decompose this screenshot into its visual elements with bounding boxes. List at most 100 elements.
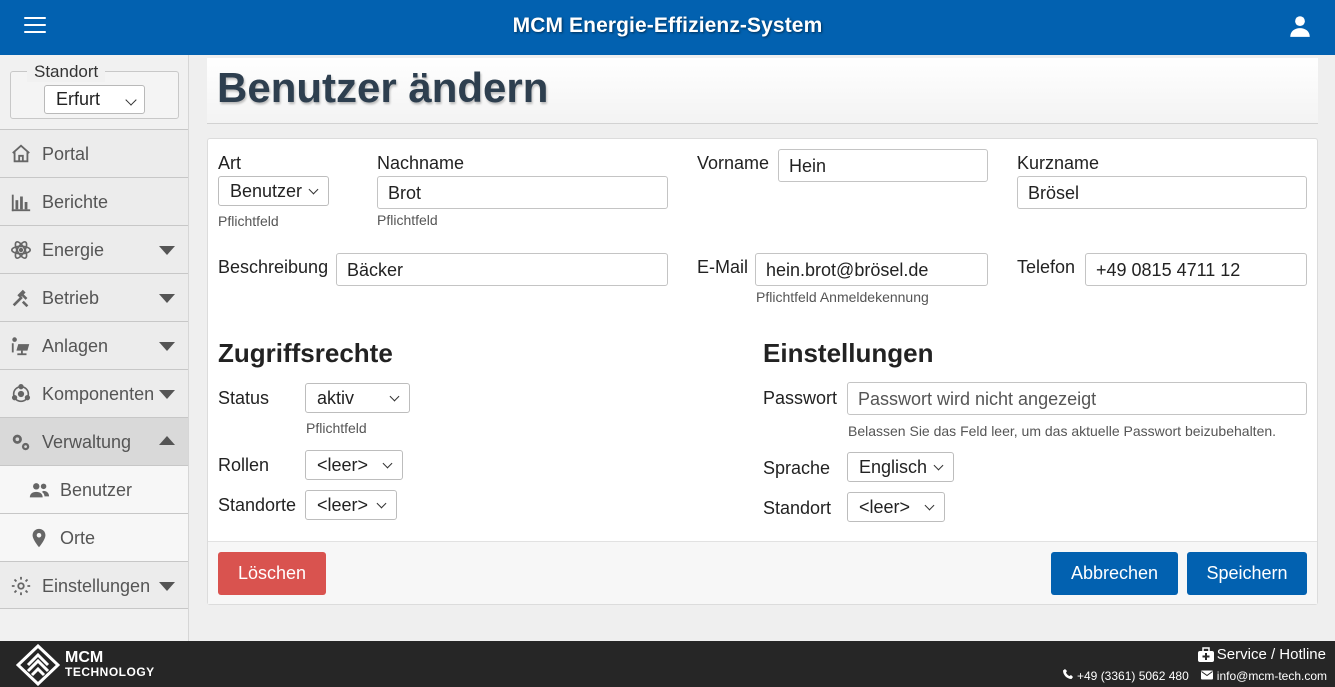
sidebar-item-orte[interactable]: Orte — [0, 513, 188, 561]
brand-line-2: TECHNOLOGY — [65, 665, 155, 679]
service-hotline-label: Service / Hotline — [1216, 646, 1326, 663]
email-label: E-Mail — [697, 257, 749, 277]
nachname-label: Nachname — [377, 153, 465, 173]
brand-line-1: MCM — [65, 649, 104, 666]
sprache-label: Sprache — [763, 458, 831, 478]
status-select-value: aktiv — [317, 388, 355, 408]
email-field[interactable]: hein.brot@brösel.de — [755, 253, 988, 286]
sidebar-item-label: Berichte — [42, 192, 109, 212]
cancel-button[interactable]: Abbrechen — [1051, 552, 1178, 595]
network-icon — [10, 383, 32, 405]
standort-select[interactable]: <leer> — [847, 492, 945, 522]
page-title: Benutzer ändern — [217, 64, 549, 111]
solar-panel-icon — [10, 335, 32, 357]
sidebar-item-label: Einstellungen — [42, 576, 151, 596]
art-label: Art — [218, 153, 242, 173]
brand-name: MCM TECHNOLOGY — [65, 650, 155, 680]
sprache-select-value: Englisch — [859, 457, 928, 477]
sidebar-item-label: Verwaltung — [42, 432, 132, 452]
chevron-down-icon — [924, 500, 935, 511]
sidebar: Standort Erfurt Portal Berichte Energie … — [0, 55, 189, 641]
site-selector-box: Standort Erfurt — [10, 62, 179, 119]
chevron-down-icon — [308, 184, 319, 195]
app-title: MCM Energie-Effizienz-System — [512, 14, 823, 37]
user-account-icon[interactable] — [1287, 13, 1313, 39]
sidebar-item-label: Betrieb — [42, 288, 100, 308]
vorname-field[interactable]: Hein — [778, 149, 988, 182]
status-hint: Pflichtfeld — [306, 420, 367, 436]
chevron-down-icon — [382, 458, 393, 469]
sidebar-item-energie[interactable]: Energie — [0, 225, 188, 273]
sidebar-item-label: Portal — [42, 144, 90, 164]
caret-down-icon — [159, 294, 175, 303]
vorname-label: Vorname — [697, 153, 770, 173]
sidebar-item-portal[interactable]: Portal — [0, 129, 188, 177]
standort-select-value: <leer> — [859, 497, 911, 517]
kurzname-field[interactable]: Brösel — [1017, 176, 1307, 209]
rollen-select-value: <leer> — [317, 455, 369, 475]
beschreibung-label: Beschreibung — [218, 257, 329, 277]
passwort-label: Passwort — [763, 388, 838, 408]
standorte-label: Standorte — [218, 495, 297, 515]
users-icon — [28, 479, 50, 501]
atom-icon — [10, 239, 32, 261]
site-select-value: Erfurt — [56, 89, 101, 109]
caret-down-icon — [159, 342, 175, 351]
telefon-field[interactable]: +49 0815 4711 12 — [1085, 253, 1307, 286]
page-header: Benutzer ändern — [207, 58, 1318, 124]
email-hint: Pflichtfeld Anmeldekennung — [756, 289, 929, 305]
location-pin-icon — [28, 527, 50, 549]
sidebar-item-komponenten[interactable]: Komponenten — [0, 369, 188, 417]
beschreibung-field[interactable]: Bäcker — [336, 253, 668, 286]
email-link[interactable]: info@mcm-tech.com — [1217, 669, 1327, 683]
art-hint: Pflichtfeld — [218, 213, 279, 229]
password-field[interactable]: Passwort wird nicht angezeigt — [847, 382, 1307, 415]
site-select[interactable]: Erfurt — [44, 85, 145, 114]
contact-info: +49 (3361) 5062 480 info@mcm-tech.com — [1062, 668, 1327, 683]
sidebar-item-label: Energie — [42, 240, 105, 260]
rollen-label: Rollen — [218, 455, 270, 475]
caret-down-icon — [159, 582, 175, 591]
kurzname-label: Kurzname — [1017, 153, 1100, 173]
standorte-select[interactable]: <leer> — [305, 490, 397, 520]
mcm-logo-icon — [15, 643, 61, 687]
caret-down-icon — [159, 390, 175, 399]
user-edit-form: Art Benutzer Pflichtfeld Nachname Brot P… — [207, 138, 1318, 605]
nachname-field[interactable]: Brot — [377, 176, 668, 209]
sprache-select[interactable]: Englisch — [847, 452, 954, 482]
status-label: Status — [218, 388, 270, 408]
phone-number[interactable]: +49 (3361) 5062 480 — [1077, 669, 1189, 683]
save-button[interactable]: Speichern — [1187, 552, 1307, 595]
bar-chart-icon — [10, 191, 32, 213]
sidebar-item-berichte[interactable]: Berichte — [0, 177, 188, 225]
settings-heading: Einstellungen — [763, 338, 934, 368]
art-select[interactable]: Benutzer — [218, 176, 329, 206]
telefon-label: Telefon — [1017, 257, 1076, 277]
sidebar-item-anlagen[interactable]: Anlagen — [0, 321, 188, 369]
sidebar-item-verwaltung[interactable]: Verwaltung — [0, 417, 188, 465]
site-legend: Standort — [27, 62, 106, 82]
home-icon — [10, 143, 32, 165]
first-aid-kit-icon — [1197, 647, 1215, 663]
rollen-select[interactable]: <leer> — [305, 450, 403, 480]
settings-icon — [10, 575, 32, 597]
art-select-value: Benutzer — [230, 181, 303, 201]
password-hint: Belassen Sie das Feld leer, um das aktue… — [848, 423, 1277, 439]
phone-icon — [1062, 668, 1074, 683]
site-footer: MCM TECHNOLOGY Service / Hotline +49 (33… — [0, 641, 1335, 687]
caret-down-icon — [159, 246, 175, 255]
chevron-down-icon — [933, 460, 944, 471]
standort-label: Standort — [763, 498, 832, 518]
sidebar-item-label: Benutzer — [60, 480, 133, 500]
status-select[interactable]: aktiv — [305, 383, 410, 413]
nachname-hint: Pflichtfeld — [377, 212, 438, 228]
delete-button[interactable]: Löschen — [218, 552, 326, 595]
sidebar-item-label: Komponenten — [42, 384, 155, 404]
sidebar-item-betrieb[interactable]: Betrieb — [0, 273, 188, 321]
access-heading: Zugriffsrechte — [218, 338, 393, 368]
chevron-down-icon — [125, 94, 137, 106]
sidebar-item-benutzer[interactable]: Benutzer — [0, 465, 188, 513]
sidebar-item-einstellungen[interactable]: Einstellungen — [0, 561, 188, 609]
form-actions: Löschen Abbrechen Speichern — [208, 541, 1317, 604]
tools-icon — [10, 287, 32, 309]
